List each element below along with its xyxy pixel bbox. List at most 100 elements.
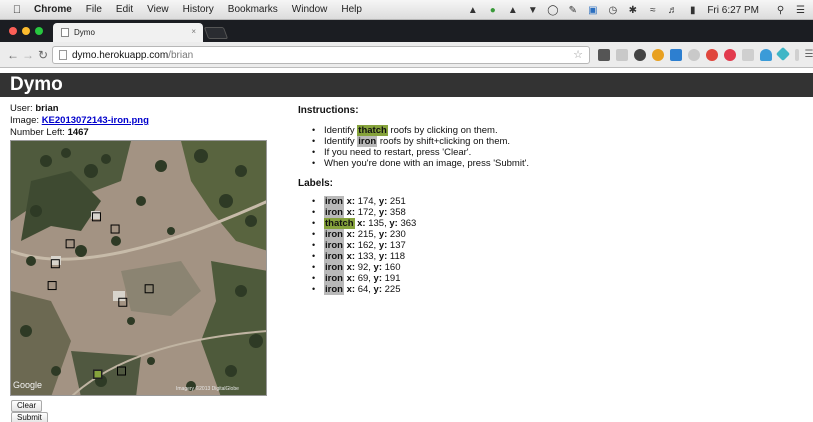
battery-icon[interactable]: ▮ xyxy=(686,5,699,16)
label-marker-thatch[interactable] xyxy=(92,369,103,379)
label-item: iron x: 162, y: 137 xyxy=(298,240,798,251)
window-minimize-button[interactable] xyxy=(22,27,30,35)
label-type: iron xyxy=(324,273,344,284)
tab-dymo[interactable]: Dymo × xyxy=(53,23,203,42)
thatch-tag: thatch xyxy=(357,125,388,136)
menu-edit[interactable]: Edit xyxy=(116,4,133,15)
extension-icon[interactable] xyxy=(688,49,700,61)
x-key: x: xyxy=(343,251,356,262)
label-type: iron xyxy=(324,229,344,240)
label-type: iron xyxy=(324,196,344,207)
label-item: iron x: 133, y: 118 xyxy=(298,251,798,262)
extension-icon[interactable] xyxy=(634,49,646,61)
address-bar[interactable]: dymo.herokuapp.com/brian ☆ xyxy=(52,46,590,64)
display-icon[interactable]: ▣ xyxy=(586,5,599,16)
bluetooth-icon[interactable]: ✱ xyxy=(626,5,639,16)
y-key: y: xyxy=(378,207,388,218)
clock-sync-icon[interactable]: ◷ xyxy=(606,5,619,16)
menu-clock[interactable]: Fri 6:27 PM xyxy=(707,5,759,16)
instructions-list: Identify thatch roofs by clicking on the… xyxy=(298,125,798,169)
status-app-icon[interactable]: ▲ xyxy=(466,5,479,16)
y-value: 251 xyxy=(389,196,406,207)
y-value: 191 xyxy=(384,273,401,284)
bookmark-star-icon[interactable]: ☆ xyxy=(573,48,583,61)
menu-help[interactable]: Help xyxy=(341,4,362,15)
label-type: iron xyxy=(324,262,344,273)
labels-list: iron x: 174, y: 251iron x: 172, y: 358th… xyxy=(298,196,798,295)
image-info-panel: User: brian Image: KE2013072143-iron.png… xyxy=(10,103,270,139)
reload-icon[interactable]: ↻ xyxy=(36,48,50,62)
extension-icon[interactable] xyxy=(598,49,610,61)
label-type: iron xyxy=(324,251,344,262)
x-key: x: xyxy=(354,218,366,229)
wifi-icon[interactable]: ≈ xyxy=(646,5,659,16)
url-host: dymo.herokuapp.com xyxy=(72,49,169,61)
status-app-icon[interactable]: ● xyxy=(486,5,499,16)
label-type: iron xyxy=(324,207,344,218)
extension-icon[interactable] xyxy=(760,49,772,61)
menu-history[interactable]: History xyxy=(183,4,214,15)
image-file-link[interactable]: KE2013072143-iron.png xyxy=(42,115,149,126)
x-key: x: xyxy=(343,284,356,295)
number-left-value: 1467 xyxy=(67,127,89,138)
new-tab-button[interactable] xyxy=(203,27,229,39)
extension-icon[interactable] xyxy=(795,49,799,61)
instruction-text: Identify xyxy=(324,125,358,136)
y-value: 358 xyxy=(389,207,406,218)
page-favicon-icon xyxy=(61,28,69,37)
extension-icon[interactable] xyxy=(652,49,664,61)
satellite-image-canvas[interactable] xyxy=(10,140,267,396)
status-app-icon[interactable]: ▼ xyxy=(526,5,539,16)
x-value: 133 xyxy=(357,251,374,262)
page-title: Dymo xyxy=(0,73,813,97)
label-item: thatch x: 135, y: 363 xyxy=(298,218,798,229)
x-value: 135 xyxy=(368,218,385,229)
browser-tab-strip: Dymo × xyxy=(0,20,813,42)
extension-icon[interactable] xyxy=(775,46,791,62)
menu-app-chrome[interactable]: Chrome xyxy=(34,4,72,15)
tab-title: Dymo xyxy=(74,28,95,37)
y-key: y: xyxy=(378,240,388,251)
submit-button[interactable]: Submit xyxy=(11,412,48,422)
y-key: y: xyxy=(389,218,398,229)
y-value: 225 xyxy=(384,284,401,295)
timer-icon[interactable]: ◯ xyxy=(546,5,559,16)
imagery-attribution: Google xyxy=(13,380,43,390)
window-close-button[interactable] xyxy=(9,27,17,35)
number-left-label: Number Left: xyxy=(10,127,65,138)
x-value: 215 xyxy=(357,229,374,240)
extension-icon[interactable] xyxy=(706,49,718,61)
user-name: brian xyxy=(35,103,59,114)
volume-icon[interactable]: ♬ xyxy=(666,5,679,16)
forward-arrow-icon[interactable]: → xyxy=(21,48,35,62)
spotlight-search-icon[interactable]: ⚲ xyxy=(774,5,787,16)
imagery-copyright: Imagery ©2013 DigitalGlobe xyxy=(176,386,239,392)
menu-view[interactable]: View xyxy=(147,4,169,15)
instruction-item: If you need to restart, press 'Clear'. xyxy=(298,147,798,158)
menu-window[interactable]: Window xyxy=(292,4,328,15)
menu-bookmarks[interactable]: Bookmarks xyxy=(228,4,278,15)
notification-list-icon[interactable]: ☰ xyxy=(794,5,807,16)
menu-file[interactable]: File xyxy=(86,4,102,15)
y-key: y: xyxy=(378,251,388,262)
tool-icon[interactable]: ✎ xyxy=(566,5,579,16)
extension-icon[interactable] xyxy=(724,49,736,61)
window-zoom-button[interactable] xyxy=(35,27,43,35)
y-value: 363 xyxy=(400,218,417,229)
extension-icon[interactable] xyxy=(670,49,682,61)
instructions-panel: Instructions: Identify thatch roofs by c… xyxy=(298,104,798,295)
tab-close-icon[interactable]: × xyxy=(191,27,196,36)
user-label: User: xyxy=(10,103,33,114)
label-item: iron x: 215, y: 230 xyxy=(298,229,798,240)
instruction-item: Identify thatch roofs by clicking on the… xyxy=(298,125,798,136)
extension-icon[interactable] xyxy=(616,49,628,61)
clear-button[interactable]: Clear xyxy=(11,400,43,412)
status-app-icon[interactable]: ▲ xyxy=(506,5,519,16)
apple-icon[interactable]:  xyxy=(10,4,24,16)
chrome-menu-icon[interactable]: ☰ xyxy=(802,48,813,62)
satellite-image[interactable] xyxy=(11,141,267,396)
labels-heading: Labels: xyxy=(298,178,334,189)
status-tray: ▲ ● ▲ ▼ ◯ ✎ ▣ ◷ ✱ ≈ ♬ ▮ Fri 6:27 PM ⚲ ☰ xyxy=(459,0,807,20)
back-arrow-icon[interactable]: ← xyxy=(6,48,20,62)
extension-icon[interactable] xyxy=(742,49,754,61)
